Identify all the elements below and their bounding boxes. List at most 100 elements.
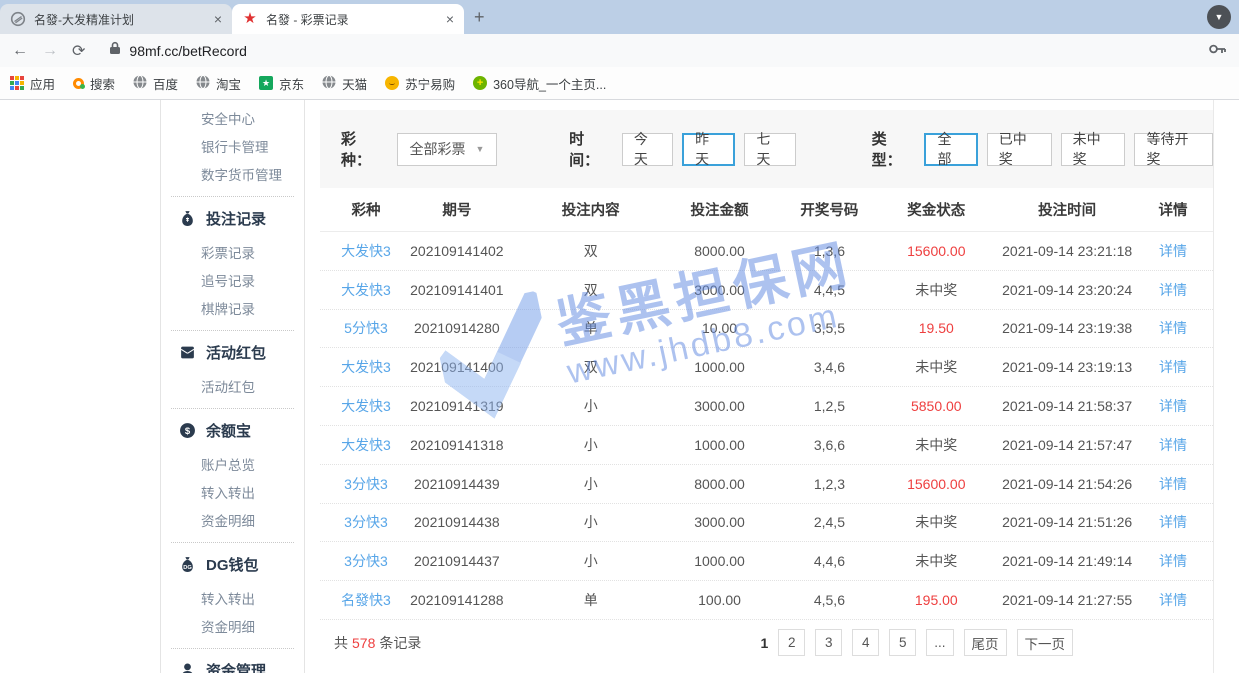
cell-lottery-link[interactable]: 大发快3 xyxy=(334,396,398,416)
cell-issue: 202109141401 xyxy=(398,282,516,298)
sidebar-item-board-games-records[interactable]: 棋牌记录 xyxy=(161,296,304,324)
cell-lottery-link[interactable]: 大发快3 xyxy=(334,357,398,377)
cell-content: 单 xyxy=(516,590,666,610)
page-ellipsis-button[interactable]: ... xyxy=(926,629,953,656)
new-tab-button[interactable]: + xyxy=(474,7,485,28)
tab-close-icon[interactable]: × xyxy=(446,11,454,27)
cell-lottery-link[interactable]: 3分快3 xyxy=(334,512,398,532)
cell-detail-link[interactable]: 详情 xyxy=(1147,241,1199,261)
cell-numbers: 1,2,5 xyxy=(773,398,885,414)
filter-bar: 彩种： 全部彩票 ▼ 时间： 今天 昨天 七天 类型： 全部 已中奖 未中奖 等… xyxy=(320,110,1213,188)
address-bar[interactable]: 98mf.cc/betRecord xyxy=(99,38,1195,64)
cell-amount: 1000.00 xyxy=(666,553,774,569)
cell-detail-link[interactable]: 详情 xyxy=(1147,512,1199,532)
cell-status: 15600.00 xyxy=(885,476,987,492)
browser-tab-1[interactable]: 名發-大发精准计划 × xyxy=(0,4,232,34)
cell-issue: 20210914438 xyxy=(398,514,516,530)
cell-lottery-link[interactable]: 大发快3 xyxy=(334,241,398,261)
bookmark-baidu[interactable]: 百度 xyxy=(133,74,178,93)
apps-button[interactable]: 应用 xyxy=(10,74,55,93)
browser-tab-2-active[interactable]: ★ 名發 - 彩票记录 × xyxy=(232,4,464,34)
sidebar-section-dg-wallet[interactable]: DG DG钱包 xyxy=(161,549,304,579)
sidebar-item-lottery-records[interactable]: 彩票记录 xyxy=(161,240,304,268)
lottery-select[interactable]: 全部彩票 ▼ xyxy=(397,133,497,166)
sidebar-item-chase-records[interactable]: 追号记录 xyxy=(161,268,304,296)
cell-detail-link[interactable]: 详情 xyxy=(1147,318,1199,338)
cell-lottery-link[interactable]: 名發快3 xyxy=(334,590,398,610)
cell-detail-link[interactable]: 详情 xyxy=(1147,357,1199,377)
time-filter-7days[interactable]: 七天 xyxy=(744,133,795,166)
cell-content: 小 xyxy=(516,435,666,455)
cell-issue: 20210914280 xyxy=(398,320,516,336)
cell-lottery-link[interactable]: 5分快3 xyxy=(334,318,398,338)
page-3-button[interactable]: 3 xyxy=(815,629,842,656)
sidebar-section-bet-records[interactable]: 投注记录 xyxy=(161,203,304,233)
type-filter-all[interactable]: 全部 xyxy=(924,133,977,166)
table-row: 大发快3 202109141401 双 3000.00 4,4,5 未中奖 20… xyxy=(320,271,1213,310)
cell-lottery-link[interactable]: 大发快3 xyxy=(334,280,398,300)
divider xyxy=(171,648,294,649)
bookmark-360nav[interactable]: + 360导航_一个主页... xyxy=(473,74,606,93)
sidebar-item-dg-transfer[interactable]: 转入转出 xyxy=(161,586,304,614)
cell-lottery-link[interactable]: 3分快3 xyxy=(334,474,398,494)
col-amount: 投注金额 xyxy=(666,199,774,220)
last-page-button[interactable]: 尾页 xyxy=(964,629,1007,656)
sidebar-section-yuebao[interactable]: $ 余额宝 xyxy=(161,415,304,445)
apps-grid-icon xyxy=(10,76,24,90)
sidebar: 安全中心 银行卡管理 数字货币管理 投注记录 彩票记录 追号记录 棋牌记录 活动… xyxy=(160,100,305,673)
cell-issue: 20210914439 xyxy=(398,476,516,492)
sidebar-item-dg-fund-details[interactable]: 资金明细 xyxy=(161,614,304,642)
cell-detail-link[interactable]: 详情 xyxy=(1147,551,1199,571)
cell-detail-link[interactable]: 详情 xyxy=(1147,474,1199,494)
sidebar-item-account-overview[interactable]: 账户总览 xyxy=(161,452,304,480)
cell-amount: 1000.00 xyxy=(666,437,774,453)
sidebar-section-activity-redpacket[interactable]: 活动红包 xyxy=(161,337,304,367)
dollar-circle-icon: $ xyxy=(179,422,196,439)
divider xyxy=(171,196,294,197)
tab-search-chevron-icon[interactable]: ▼ xyxy=(1207,5,1231,29)
sidebar-section-fund-management[interactable]: 资金管理 xyxy=(161,655,304,673)
cell-lottery-link[interactable]: 大发快3 xyxy=(334,435,398,455)
svg-text:DG: DG xyxy=(183,564,192,570)
page-5-button[interactable]: 5 xyxy=(889,629,916,656)
type-filter-won[interactable]: 已中奖 xyxy=(987,133,1052,166)
cell-detail-link[interactable]: 详情 xyxy=(1147,396,1199,416)
cell-detail-link[interactable]: 详情 xyxy=(1147,280,1199,300)
cell-time: 2021-09-14 23:21:18 xyxy=(987,243,1147,259)
cell-lottery-link[interactable]: 3分快3 xyxy=(334,551,398,571)
forward-icon: → xyxy=(42,42,58,60)
table-row: 3分快3 20210914437 小 1000.00 4,4,6 未中奖 202… xyxy=(320,542,1213,581)
time-filter-today[interactable]: 今天 xyxy=(622,133,673,166)
sidebar-item-security-center[interactable]: 安全中心 xyxy=(161,106,304,134)
sidebar-item-bank-card[interactable]: 银行卡管理 xyxy=(161,134,304,162)
key-icon[interactable] xyxy=(1209,42,1227,60)
time-filter-yesterday[interactable]: 昨天 xyxy=(682,133,735,166)
bookmark-souSou[interactable]: 搜索 xyxy=(73,74,115,93)
type-filter-pending[interactable]: 等待开奖 xyxy=(1134,133,1213,166)
page-2-button[interactable]: 2 xyxy=(778,629,805,656)
back-icon[interactable]: ← xyxy=(12,42,28,60)
time-filter-label: 时间： xyxy=(569,128,613,170)
cell-content: 双 xyxy=(516,241,666,261)
cell-detail-link[interactable]: 详情 xyxy=(1147,435,1199,455)
moneybag-icon xyxy=(179,210,196,227)
next-page-button[interactable]: 下一页 xyxy=(1017,629,1074,656)
sidebar-item-digital-currency[interactable]: 数字货币管理 xyxy=(161,162,304,190)
cell-amount: 3000.00 xyxy=(666,398,774,414)
type-filter-lost[interactable]: 未中奖 xyxy=(1061,133,1126,166)
bookmark-jd[interactable]: ★ 京东 xyxy=(259,74,304,93)
bookmark-tmall[interactable]: 天猫 xyxy=(322,74,367,93)
bookmark-taobao[interactable]: 淘宝 xyxy=(196,74,241,93)
circle-slash-icon xyxy=(10,11,26,27)
sidebar-item-transfer[interactable]: 转入转出 xyxy=(161,480,304,508)
sidebar-item-activity-redpacket[interactable]: 活动红包 xyxy=(161,374,304,402)
sidebar-item-fund-details[interactable]: 资金明细 xyxy=(161,508,304,536)
tab-close-icon[interactable]: × xyxy=(214,11,222,27)
page-4-button[interactable]: 4 xyxy=(852,629,879,656)
bookmark-suning[interactable]: 苏宁易购 xyxy=(385,74,455,93)
cell-detail-link[interactable]: 详情 xyxy=(1147,590,1199,610)
records-total: 共578条记录 xyxy=(334,633,421,653)
divider xyxy=(171,542,294,543)
dg-wallet-icon: DG xyxy=(179,556,196,573)
refresh-icon[interactable]: ⟳ xyxy=(72,41,85,61)
